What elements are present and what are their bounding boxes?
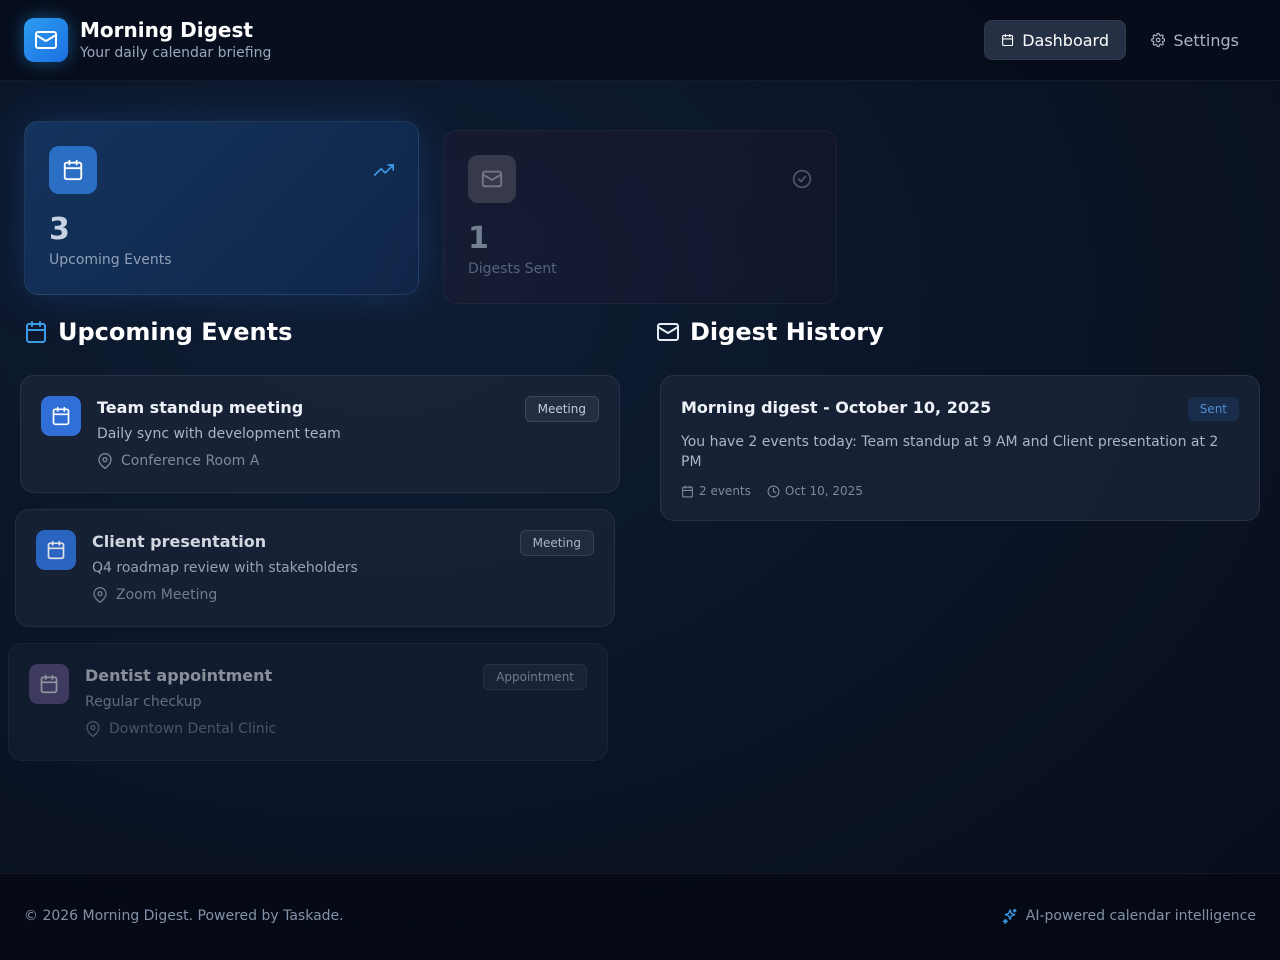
map-pin-icon (98, 453, 112, 469)
event-tag-badge: Appointment (483, 664, 587, 690)
event-location: Downtown Dental Clinic (85, 721, 276, 737)
footer-copyright: © 2026 Morning Digest. Powered by Taskad… (24, 908, 344, 924)
nav-dashboard-label: Dashboard (1022, 30, 1109, 50)
stat-label: Upcoming Events (49, 252, 172, 268)
gear-icon (1151, 32, 1166, 48)
stat-value: 1 (468, 221, 489, 256)
event-title: Team standup meeting (97, 398, 304, 417)
digest-date-text: Oct 10, 2025 (784, 484, 863, 498)
digest-history-title: Digest History (690, 318, 884, 346)
footer-tagline-text: AI-powered calendar intelligence (1025, 908, 1256, 924)
mail-icon (657, 323, 679, 341)
event-icon (29, 664, 69, 704)
digest-status-badge: Sent (1187, 397, 1239, 421)
map-pin-icon (86, 721, 100, 737)
nav-settings-label: Settings (1173, 30, 1239, 50)
upcoming-events-heading: Upcoming Events (24, 318, 292, 346)
event-card[interactable]: Dentist appointment Regular checkup Down… (8, 643, 608, 761)
event-tag-badge: Meeting (519, 530, 594, 556)
stat-icon (49, 146, 97, 194)
stat-label: Digests Sent (468, 261, 557, 277)
digest-title: Morning digest - October 10, 2025 (681, 398, 992, 417)
calendar-icon (63, 159, 83, 181)
map-pin-icon (93, 587, 107, 603)
digest-events-count: 2 events (681, 484, 751, 498)
digest-body: You have 2 events today: Team standup at… (681, 434, 1219, 470)
calendar-icon (40, 674, 58, 694)
event-tag-badge: Meeting (524, 396, 599, 422)
mail-icon (35, 31, 57, 49)
mail-icon (481, 170, 503, 188)
app-header: Morning Digest Your daily calendar brief… (0, 0, 1280, 81)
upcoming-events-title: Upcoming Events (58, 318, 293, 346)
stat-card-upcoming-events: 3 Upcoming Events (24, 121, 419, 295)
calendar-icon (47, 540, 65, 560)
event-description: Regular checkup (85, 694, 202, 710)
stat-value: 3 (49, 212, 70, 247)
event-description: Q4 roadmap review with stakeholders (92, 560, 358, 576)
calendar-icon (1002, 33, 1014, 47)
trending-up-icon (374, 160, 394, 180)
nav-dashboard-button[interactable]: Dashboard (984, 20, 1126, 60)
stat-card-digests-sent: 1 Digests Sent (443, 130, 837, 304)
event-location-text: Zoom Meeting (116, 587, 218, 603)
digest-date: Oct 10, 2025 (767, 484, 863, 498)
nav-settings-button[interactable]: Settings (1135, 20, 1255, 60)
calendar-icon (26, 321, 46, 343)
event-icon (41, 396, 81, 436)
app-footer: © 2026 Morning Digest. Powered by Taskad… (0, 873, 1280, 960)
event-card[interactable]: Team standup meeting Daily sync with dev… (20, 375, 620, 493)
clock-icon (767, 485, 780, 497)
digest-meta: 2 events Oct 10, 2025 (681, 484, 863, 498)
calendar-icon (52, 406, 70, 426)
check-circle-icon (792, 169, 812, 189)
stat-icon (468, 155, 516, 203)
event-location: Zoom Meeting (92, 587, 217, 603)
event-location-text: Conference Room A (121, 453, 260, 469)
digest-history-heading: Digest History (656, 318, 884, 346)
event-icon (36, 530, 76, 570)
app-subtitle: Your daily calendar briefing (80, 45, 272, 61)
sparkles-icon (1002, 908, 1017, 924)
event-location-text: Downtown Dental Clinic (109, 721, 277, 737)
digest-events-count-text: 2 events (699, 484, 751, 498)
footer-tagline: AI-powered calendar intelligence (1002, 908, 1256, 924)
calendar-icon (682, 485, 693, 497)
event-description: Daily sync with development team (97, 426, 341, 442)
app-title: Morning Digest (80, 18, 253, 42)
event-title: Dentist appointment (85, 666, 273, 685)
event-title: Client presentation (92, 532, 267, 551)
event-card[interactable]: Client presentation Q4 roadmap review wi… (15, 509, 615, 627)
logo (24, 18, 68, 62)
digest-card[interactable]: Morning digest - October 10, 2025 Sent Y… (660, 375, 1260, 521)
event-location: Conference Room A (97, 453, 259, 469)
